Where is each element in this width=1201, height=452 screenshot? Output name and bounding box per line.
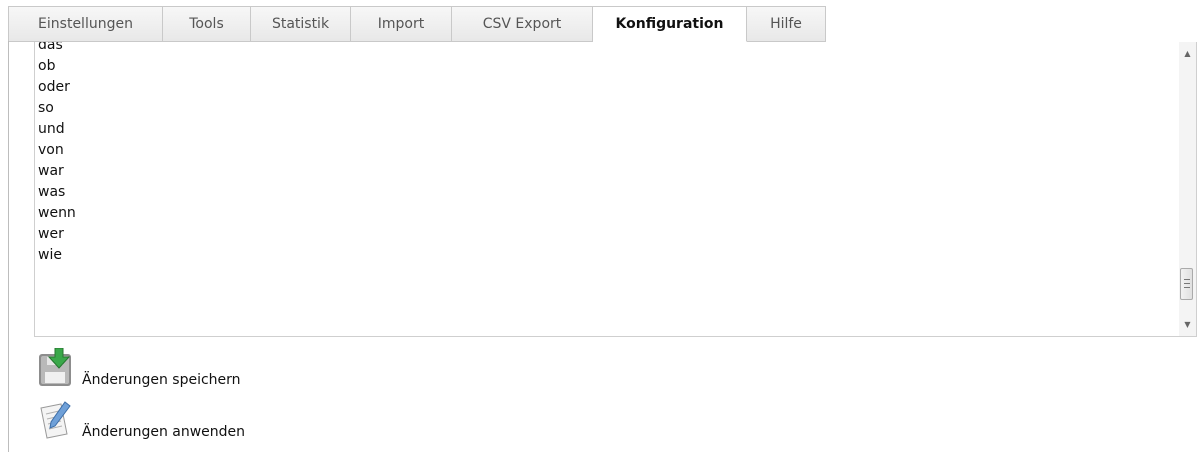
list-item: wenn [38, 205, 76, 221]
list-item: was [38, 184, 66, 200]
tab-konfiguration[interactable]: Konfiguration [593, 6, 747, 42]
list-item: ob [38, 58, 56, 74]
word-list-box[interactable]: das ob oder so und von war was wenn wer … [34, 42, 1197, 337]
list-item: war [38, 163, 64, 179]
list-item: wer [38, 226, 64, 242]
save-disk-icon [37, 347, 83, 388]
tab-csv-export[interactable]: CSV Export [452, 6, 593, 42]
list-item: und [38, 121, 65, 137]
save-changes-button[interactable]: Änderungen speichern [37, 347, 241, 388]
tab-import[interactable]: Import [351, 6, 452, 42]
tab-hilfe[interactable]: Hilfe [747, 6, 826, 42]
list-item: von [38, 142, 64, 158]
apply-changes-label: Änderungen anwenden [82, 424, 246, 440]
list-item: so [38, 100, 54, 116]
list-item: das [38, 42, 63, 53]
apply-changes-button[interactable]: Änderungen anwenden [37, 400, 245, 440]
list-item: oder [38, 79, 70, 95]
vertical-scrollbar[interactable]: ▲ ▼ [1179, 42, 1196, 336]
panel-left-border [8, 41, 9, 452]
word-list: das ob oder so und von war was wenn wer … [35, 42, 76, 266]
tab-bar: Einstellungen Tools Statistik Import CSV… [8, 6, 826, 42]
scroll-down-arrow-icon[interactable]: ▼ [1179, 317, 1196, 333]
scrollbar-thumb[interactable] [1180, 268, 1193, 300]
tab-einstellungen[interactable]: Einstellungen [8, 6, 163, 42]
tab-tools[interactable]: Tools [163, 6, 251, 42]
scroll-up-arrow-icon[interactable]: ▲ [1179, 46, 1196, 62]
tab-statistik[interactable]: Statistik [251, 6, 351, 42]
list-item: wie [38, 247, 62, 263]
edit-document-icon [37, 400, 83, 440]
save-changes-label: Änderungen speichern [82, 372, 241, 388]
